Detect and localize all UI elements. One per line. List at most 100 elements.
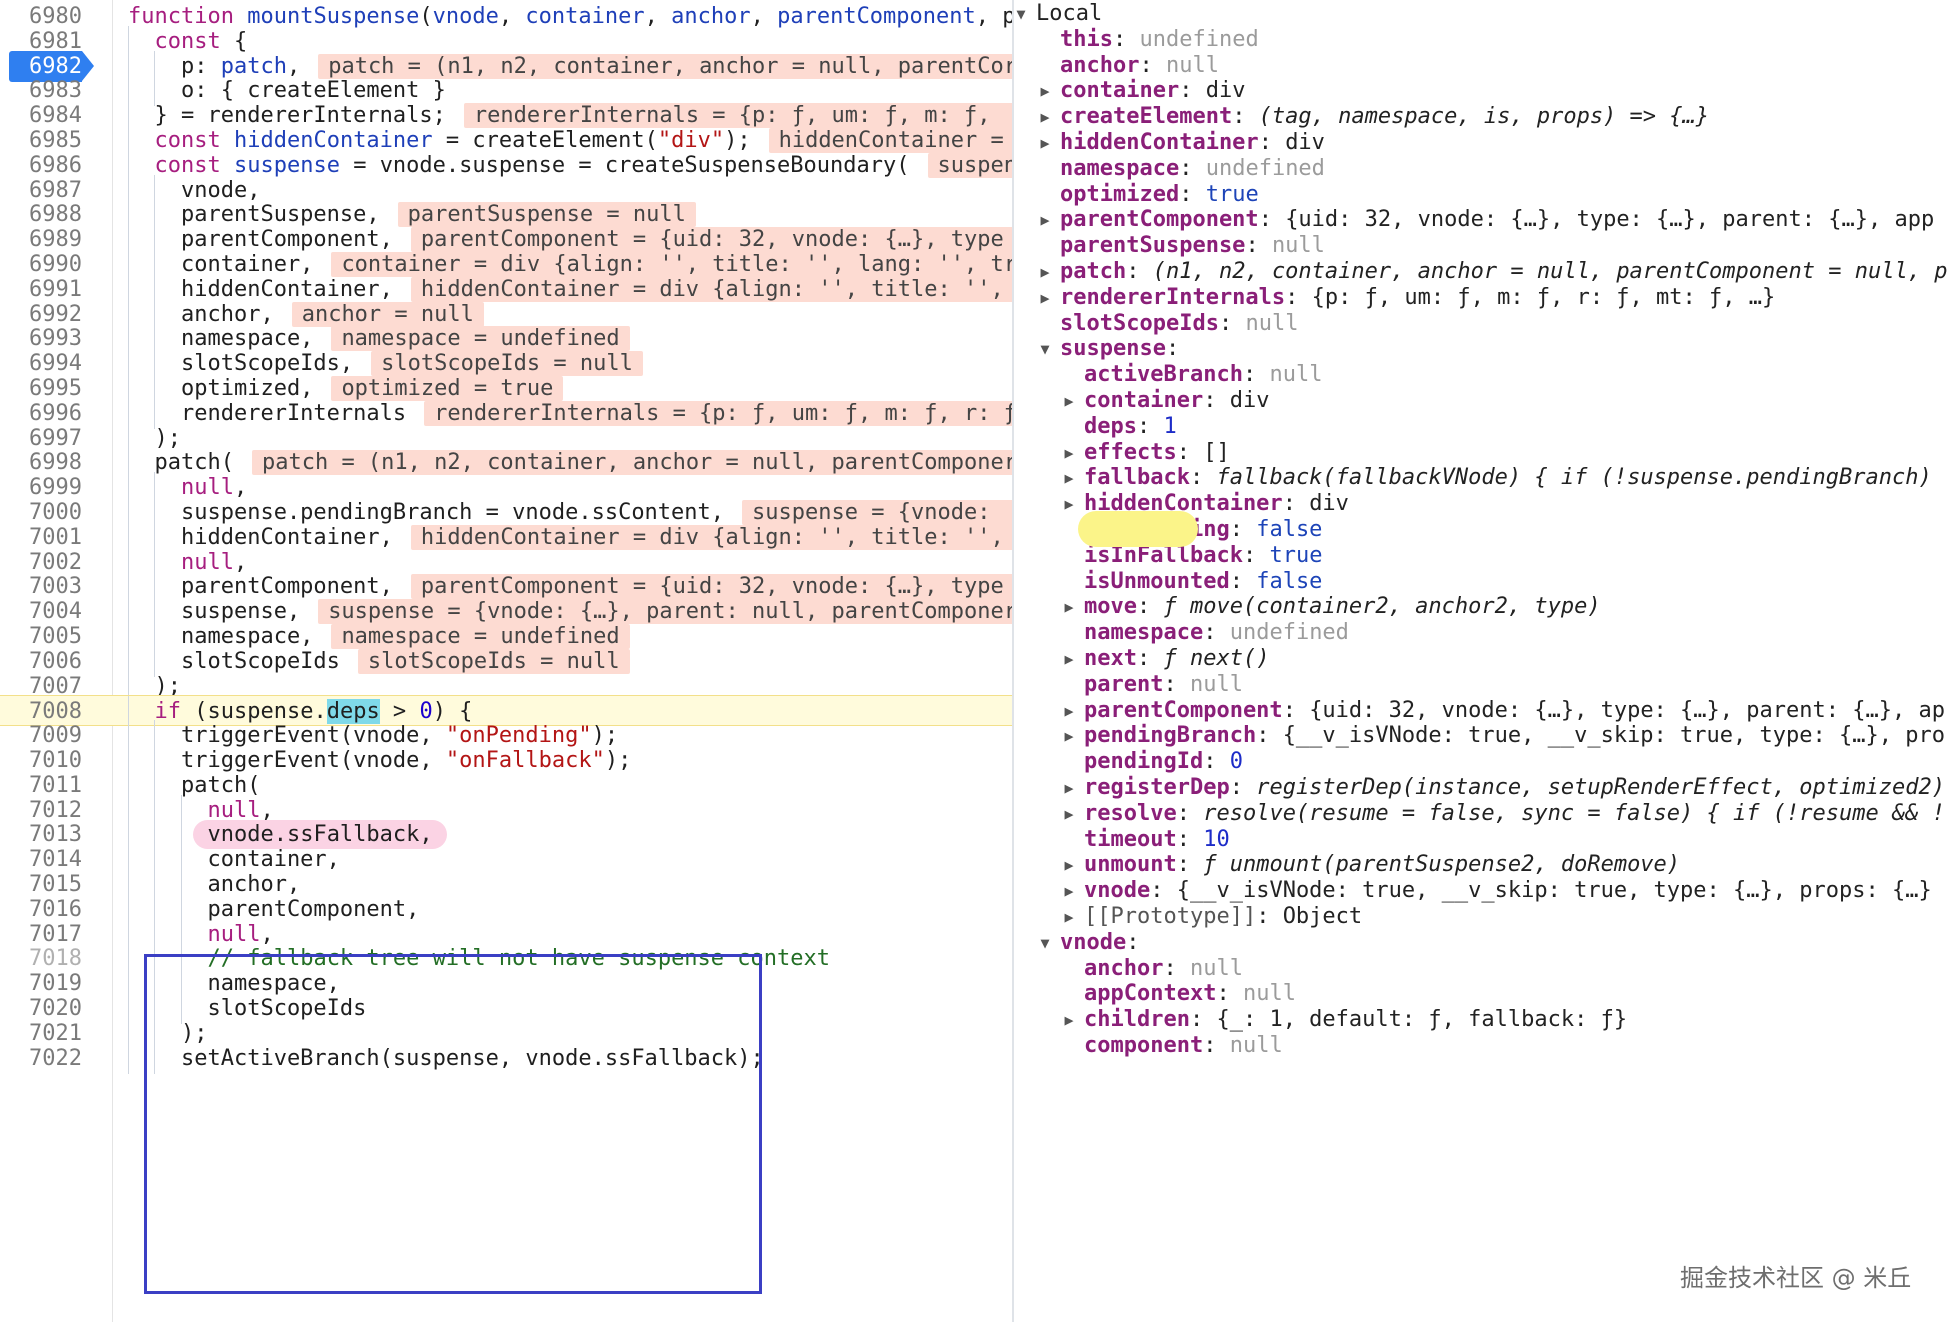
property-key: rendererInternals bbox=[1060, 284, 1286, 310]
property-colon: : bbox=[1112, 26, 1140, 52]
property-value: div bbox=[1205, 78, 1246, 104]
property-colon: : bbox=[1189, 1007, 1217, 1033]
property-value: 1 bbox=[1163, 413, 1177, 439]
property-value: undefined bbox=[1139, 26, 1259, 52]
property-colon: : bbox=[1242, 362, 1270, 388]
property-colon: : bbox=[1216, 981, 1243, 1007]
property-colon: : bbox=[1179, 155, 1206, 181]
property-colon: : bbox=[1218, 310, 1246, 336]
property-colon: : bbox=[1176, 439, 1204, 465]
property-key: parentComponent bbox=[1060, 207, 1259, 233]
scope-property: component: null bbox=[1014, 1030, 1948, 1062]
property-colon: : bbox=[1179, 181, 1206, 207]
property-value: div bbox=[1285, 130, 1325, 155]
property-value: ƒ unmount(parentSuspense2, doRemove) bbox=[1203, 852, 1681, 878]
property-value: null bbox=[1189, 955, 1243, 981]
property-key: anchor bbox=[1084, 955, 1164, 981]
property-key: timeout bbox=[1084, 826, 1177, 852]
property-value: undefined bbox=[1205, 155, 1325, 181]
property-colon: : bbox=[1150, 878, 1177, 904]
property-value: null bbox=[1245, 310, 1299, 336]
property-key: optimized bbox=[1060, 181, 1180, 207]
property-colon: : bbox=[1203, 749, 1230, 775]
property-value: ƒ next() bbox=[1163, 646, 1270, 671]
property-key: suspense bbox=[1060, 336, 1166, 362]
watermark: 掘金技术社区 @ 米丘 bbox=[1680, 1264, 1912, 1292]
property-colon: : bbox=[1229, 517, 1257, 542]
scope-panel: ▼ Local this: undefined anchor: null ▶ contai… bbox=[1014, 0, 1948, 1322]
property-value: {__v_isVNode: true, __v_skip: true, type… bbox=[1176, 878, 1932, 904]
property-colon: : bbox=[1256, 904, 1283, 929]
property-key: parentComponent bbox=[1084, 697, 1283, 723]
property-value: (n1, n2, container, anchor = null, paren… bbox=[1152, 259, 1948, 284]
property-key: isUnmounted bbox=[1084, 568, 1230, 594]
property-value: true bbox=[1205, 181, 1259, 207]
property-value: 0 bbox=[1229, 749, 1243, 775]
property-value: fallback(fallbackVNode) { if (!suspense.… bbox=[1216, 465, 1932, 491]
property-key: createElement bbox=[1060, 104, 1233, 130]
property-colon: : bbox=[1136, 646, 1164, 671]
property-value: Object bbox=[1282, 904, 1363, 929]
property-colon: : bbox=[1256, 723, 1283, 749]
property-colon: : bbox=[1176, 852, 1204, 878]
property-key: pendingBranch bbox=[1084, 723, 1257, 749]
property-colon: : bbox=[1136, 413, 1164, 439]
property-colon: : bbox=[1126, 259, 1153, 284]
property-colon: : bbox=[1176, 800, 1204, 826]
property-colon: : bbox=[1203, 620, 1230, 646]
property-key: namespace bbox=[1060, 155, 1180, 181]
property-key: vnode bbox=[1084, 878, 1151, 904]
property-key: hiddenContainer bbox=[1060, 130, 1259, 155]
property-colon: : bbox=[1176, 826, 1204, 852]
property-value: {uid: 32, vnode: {…}, type: {…}, parent:… bbox=[1309, 697, 1945, 723]
property-value: null bbox=[1229, 1033, 1283, 1058]
source-code-editor[interactable]: 6980 function mountSuspense(vnode, contai… bbox=[0, 0, 1012, 1322]
property-key: appContext bbox=[1084, 981, 1217, 1007]
property-key: activeBranch bbox=[1084, 362, 1243, 388]
property-colon: : bbox=[1165, 336, 1193, 362]
property-colon: : bbox=[1139, 52, 1166, 78]
property-colon: : bbox=[1242, 542, 1270, 568]
property-key: registerDep bbox=[1084, 775, 1230, 800]
property-value: {uid: 32, vnode: {…}, type: {…}, parent:… bbox=[1285, 207, 1935, 233]
property-value: {__v_isVNode: true, __v_skip: true, type… bbox=[1282, 723, 1945, 749]
property-colon: : bbox=[1163, 955, 1190, 981]
property-value: null bbox=[1271, 233, 1325, 259]
property-key: this bbox=[1060, 26, 1113, 52]
property-key: container bbox=[1060, 78, 1180, 104]
property-value: undefined bbox=[1229, 620, 1349, 646]
property-key: anchor bbox=[1060, 52, 1140, 78]
property-key: vnode bbox=[1060, 929, 1127, 955]
property-value: null bbox=[1269, 362, 1323, 388]
property-colon: : bbox=[1282, 491, 1310, 517]
property-key: slotScopeIds bbox=[1060, 310, 1219, 336]
property-colon: : bbox=[1258, 130, 1286, 155]
property-key: patch bbox=[1060, 259, 1127, 284]
property-key: effects bbox=[1084, 439, 1177, 465]
property-value: {_: 1, default: ƒ, fallback: ƒ} bbox=[1216, 1007, 1628, 1033]
property-entry: component: null bbox=[1084, 1030, 1283, 1062]
deps-annotation-highlight bbox=[1078, 511, 1198, 547]
property-value: div bbox=[1309, 491, 1349, 517]
property-colon: : bbox=[1189, 465, 1217, 491]
property-colon: : bbox=[1232, 104, 1259, 130]
property-key: resolve bbox=[1084, 800, 1177, 826]
property-value: registerDep(instance, setupRenderEffect,… bbox=[1256, 775, 1945, 800]
property-key: component bbox=[1084, 1033, 1204, 1058]
line-number[interactable]: 7022 bbox=[0, 1043, 82, 1074]
property-key: parentSuspense bbox=[1060, 233, 1246, 259]
property-colon: : bbox=[1136, 594, 1164, 620]
annotation-box bbox=[144, 954, 762, 1294]
property-key: unmount bbox=[1084, 852, 1177, 878]
property-key: namespace bbox=[1084, 620, 1204, 646]
property-colon: : bbox=[1126, 929, 1153, 955]
property-value: ƒ move(container2, anchor2, type) bbox=[1163, 594, 1601, 620]
property-key: [[Prototype]] bbox=[1084, 904, 1257, 929]
property-value: false bbox=[1256, 568, 1323, 594]
property-key: parent bbox=[1084, 671, 1164, 697]
property-value: (tag, namespace, is, props) => {…} bbox=[1258, 104, 1710, 130]
property-colon: : bbox=[1282, 697, 1310, 723]
property-key: children bbox=[1084, 1007, 1190, 1033]
property-value: null bbox=[1165, 52, 1219, 78]
property-colon: : bbox=[1245, 233, 1272, 259]
